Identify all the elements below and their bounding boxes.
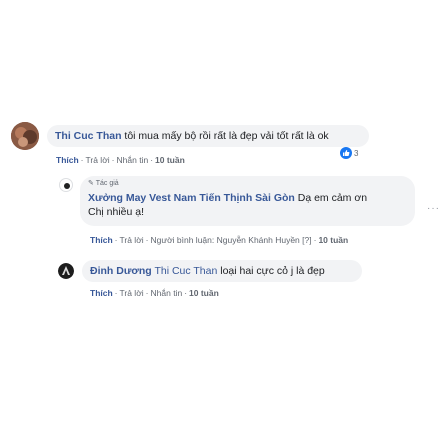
message-link[interactable]: Nhắn tin — [151, 288, 183, 298]
comment-text: tôi mua mấy bộ rồi rất là đẹp vải tốt rấ… — [124, 130, 329, 142]
like-link[interactable]: Thích — [56, 155, 79, 165]
comment-actions: Thích · Trả lời · Nhắn tin · 10 tuần — [56, 155, 185, 165]
message-link[interactable]: Nhắn tin — [117, 155, 149, 165]
avatar-xuong-may[interactable] — [59, 178, 73, 192]
comment-actions: Thích · Trả lời · Nhắn tin · 10 tuần — [90, 288, 219, 298]
reply-bubble: ✎ Tác giả Xưởng May Vest Nam Tiến Thịnh … — [80, 176, 415, 226]
reaction-summary[interactable]: 3 — [340, 146, 358, 160]
more-dots-icon[interactable]: ··· — [427, 203, 440, 214]
comment-bubble: Đinh Dương Thi Cuc Than loại hai cực cỏ … — [82, 260, 362, 282]
pencil-icon: ✎ — [88, 180, 94, 187]
comment-author[interactable]: Đinh Dương — [90, 265, 152, 277]
like-link[interactable]: Thích — [90, 288, 113, 298]
tagged-user[interactable]: Thi Cuc Than — [154, 265, 217, 277]
timestamp[interactable]: 10 tuần — [189, 288, 219, 298]
reply-link[interactable]: Trả lời — [120, 288, 144, 298]
reply-link[interactable]: Trả lời — [120, 235, 144, 245]
comment-text: loại hai cực cỏ j là đẹp — [220, 265, 325, 277]
timestamp[interactable]: 10 tuần — [318, 235, 348, 245]
comment-text: Dạ em cảm ơn — [297, 192, 368, 204]
avatar-dinh-duong[interactable] — [58, 263, 74, 279]
timestamp[interactable]: 10 tuần — [155, 155, 185, 165]
reaction-count: 3 — [354, 148, 359, 158]
like-icon — [340, 147, 352, 159]
comment-author[interactable]: Xưởng May Vest Nam Tiến Thịnh Sài Gòn — [88, 192, 295, 204]
comment-author[interactable]: Thi Cuc Than — [55, 130, 122, 142]
responder-name[interactable]: Nguyễn Khánh Huyền — [217, 235, 300, 245]
responder-label: Người bình luận: — [150, 235, 215, 245]
avatar-thi-cuc-than[interactable] — [11, 122, 39, 150]
comment-actions: Thích · Trả lời · Người bình luận: Nguyễn Kh… — [90, 235, 349, 245]
like-link[interactable]: Thích — [90, 235, 113, 245]
comment-1: Thi Cuc Than tôi mua mấy bộ rồi rất là đ… — [0, 118, 448, 168]
comment-text-2: Chị nhiều ạ! — [88, 206, 145, 218]
comment-2: ✎ Tác giả Xưởng May Vest Nam Tiến Thịnh … — [0, 176, 448, 246]
author-badge: ✎ Tác giả — [88, 180, 119, 187]
comment-3: Đinh Dương Thi Cuc Than loại hai cực cỏ … — [0, 256, 448, 306]
reply-link[interactable]: Trả lời — [86, 155, 110, 165]
responder-tag[interactable]: [?] — [302, 235, 311, 245]
comment-bubble: Thi Cuc Than tôi mua mấy bộ rồi rất là đ… — [47, 125, 369, 147]
